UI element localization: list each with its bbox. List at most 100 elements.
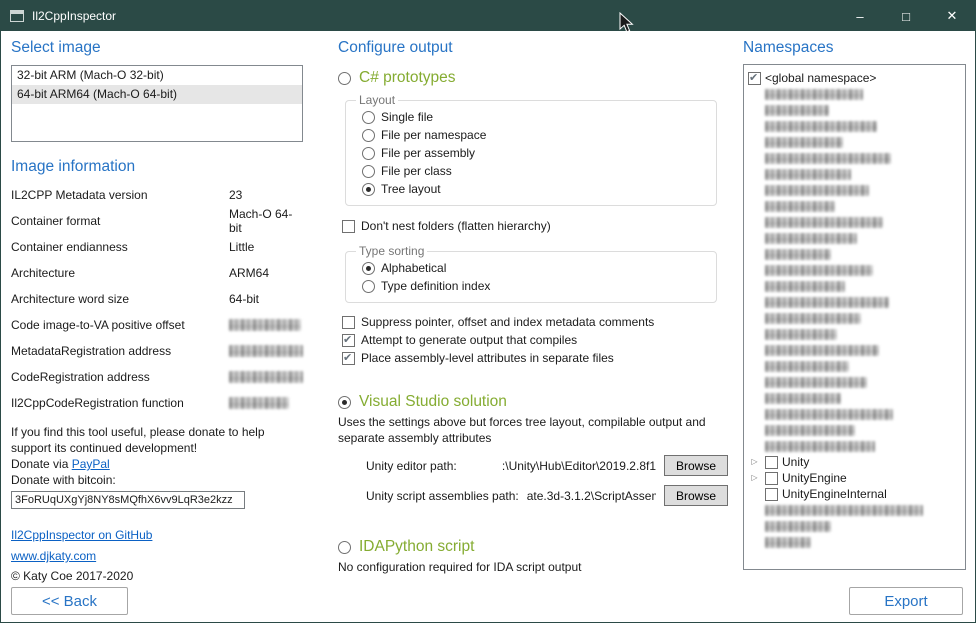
image-info-table: IL2CPP Metadata version23Container forma… (11, 182, 303, 416)
select-image-header: Select image (11, 39, 303, 57)
bitcoin-address-input[interactable] (11, 491, 245, 509)
info-row: ArchitectureARM64 (11, 260, 303, 286)
output-checkbox-label: Suppress pointer, offset and index metad… (361, 315, 654, 329)
checkbox[interactable] (342, 352, 355, 365)
blurred-namespace (765, 121, 877, 132)
output-checkboxes: Suppress pointer, offset and index metad… (342, 313, 731, 367)
output-checkbox-label: Place assembly-level attributes in separ… (361, 351, 614, 365)
blurred-namespace (765, 281, 845, 292)
layout-option-label: File per assembly (381, 146, 475, 160)
github-link[interactable]: Il2CppInspector on GitHub (11, 528, 152, 542)
namespaces-header: Namespaces (743, 39, 966, 57)
expander-icon[interactable]: ▷ (748, 454, 761, 470)
layout-option-row[interactable]: Single file (362, 108, 708, 126)
radio-button[interactable] (362, 111, 375, 124)
radio-button[interactable] (362, 165, 375, 178)
layout-option-label: File per class (381, 164, 452, 178)
mouse-cursor (619, 12, 634, 34)
output-checkbox-row[interactable]: Attempt to generate output that compiles (342, 331, 731, 349)
namespace-checkbox[interactable] (765, 472, 778, 485)
radio-button[interactable] (362, 129, 375, 142)
blurred-namespace (765, 505, 923, 516)
namespace-row[interactable]: UnityEngineInternal (748, 486, 961, 502)
namespace-row (748, 182, 961, 198)
info-row: Container endiannessLittle (11, 234, 303, 260)
namespace-row (748, 262, 961, 278)
paypal-link[interactable]: PayPal (72, 457, 110, 471)
blurred-namespace (765, 425, 855, 436)
expander-icon[interactable]: ▷ (748, 470, 761, 486)
image-listbox[interactable]: 32-bit ARM (Mach-O 32-bit)64-bit ARM64 (… (11, 65, 303, 142)
namespace-row[interactable]: ▷UnityEngine (748, 470, 961, 486)
blurred-namespace (765, 377, 867, 388)
namespace-row (748, 102, 961, 118)
website-link[interactable]: www.djkaty.com (11, 549, 96, 563)
radio-button[interactable] (362, 280, 375, 293)
layout-option-row[interactable]: File per assembly (362, 144, 708, 162)
radio-button[interactable] (362, 147, 375, 160)
configure-panel: Configure output C# prototypes Layout Si… (338, 39, 731, 576)
namespace-row[interactable]: <global namespace> (748, 70, 961, 86)
info-key: Code image-to-VA positive offset (11, 318, 229, 332)
namespace-row (748, 406, 961, 422)
namespace-checkbox[interactable] (748, 72, 761, 85)
radio-button[interactable] (338, 541, 351, 554)
checkbox[interactable] (342, 334, 355, 347)
unity-editor-path-value[interactable]: :\Unity\Hub\Editor\2019.2.8f1 (465, 459, 656, 473)
namespace-row (748, 246, 961, 262)
donate-paypal-line: Donate via PayPal (11, 456, 303, 472)
layout-option-row[interactable]: Tree layout (362, 180, 708, 198)
namespace-row (748, 342, 961, 358)
blurred-namespace (765, 361, 849, 372)
image-list-item[interactable]: 64-bit ARM64 (Mach-O 64-bit) (12, 85, 302, 104)
info-row: Architecture word size64-bit (11, 286, 303, 312)
idapython-option[interactable]: IDAPython script (338, 538, 731, 556)
namespace-checkbox[interactable] (765, 456, 778, 469)
export-button[interactable]: Export (849, 587, 963, 615)
radio-button[interactable] (338, 72, 351, 85)
checkbox[interactable] (342, 220, 355, 233)
donate-bitcoin-label: Donate with bitcoin: (11, 472, 303, 488)
unity-script-path-value[interactable]: ate.3d-3.1.2\ScriptAssemblies (527, 489, 656, 503)
back-button[interactable]: << Back (11, 587, 128, 615)
close-button[interactable]: ✕ (929, 1, 975, 31)
minimize-button[interactable]: – (837, 1, 883, 31)
radio-button[interactable] (338, 396, 351, 409)
unity-editor-browse-button[interactable]: Browse (664, 455, 728, 476)
left-panel: Select image 32-bit ARM (Mach-O 32-bit)6… (11, 39, 303, 583)
output-checkbox-row[interactable]: Place assembly-level attributes in separ… (342, 349, 731, 367)
namespace-row (748, 534, 961, 550)
sorting-option-row[interactable]: Type definition index (362, 277, 708, 295)
unity-script-browse-button[interactable]: Browse (664, 485, 728, 506)
maximize-button[interactable]: □ (883, 1, 929, 31)
namespace-checkbox[interactable] (765, 488, 778, 501)
donate-text: If you find this tool useful, please don… (11, 425, 297, 456)
namespace-row (748, 214, 961, 230)
layout-option-label: File per namespace (381, 128, 486, 142)
titlebar[interactable]: Il2CppInspector – □ ✕ (1, 1, 975, 31)
info-key: CodeRegistration address (11, 370, 229, 384)
vs-solution-option[interactable]: Visual Studio solution (338, 393, 731, 411)
flatten-checkbox-label: Don't nest folders (flatten hierarchy) (361, 219, 551, 233)
blurred-namespace (765, 393, 841, 404)
namespace-row (748, 134, 961, 150)
output-checkbox-row[interactable]: Suppress pointer, offset and index metad… (342, 313, 731, 331)
unity-editor-path-label: Unity editor path: (366, 459, 457, 473)
namespaces-panel: Namespaces <global namespace>▷Unity▷Unit… (743, 39, 966, 570)
donate-via-text: Donate via (11, 457, 72, 471)
csharp-prototypes-option[interactable]: C# prototypes (338, 69, 731, 87)
sorting-option-row[interactable]: Alphabetical (362, 259, 708, 277)
checkbox[interactable] (342, 316, 355, 329)
app-icon (10, 10, 24, 22)
flatten-checkbox-row[interactable]: Don't nest folders (flatten hierarchy) (342, 217, 731, 235)
layout-option-row[interactable]: File per class (362, 162, 708, 180)
configure-output-header: Configure output (338, 39, 731, 57)
image-list-item[interactable]: 32-bit ARM (Mach-O 32-bit) (12, 66, 302, 85)
layout-option-row[interactable]: File per namespace (362, 126, 708, 144)
radio-button[interactable] (362, 262, 375, 275)
namespace-row[interactable]: ▷Unity (748, 454, 961, 470)
type-sorting-options: AlphabeticalType definition index (354, 259, 708, 295)
namespace-tree[interactable]: <global namespace> ▷Unity▷UnityEngineUnit… (743, 64, 966, 570)
radio-button[interactable] (362, 183, 375, 196)
info-row: Container formatMach-O 64-bit (11, 208, 303, 234)
